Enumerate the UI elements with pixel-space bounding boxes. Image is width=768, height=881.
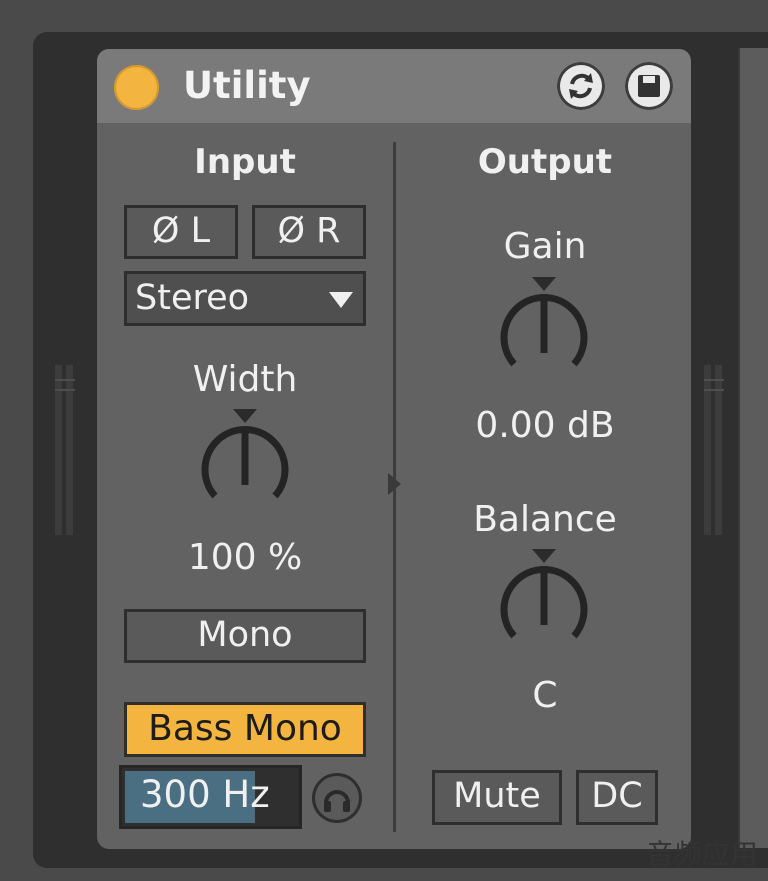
balance-knob[interactable] (484, 547, 604, 667)
save-preset-button[interactable] (625, 62, 673, 110)
watermark: 音频应用 (645, 838, 758, 871)
bass-mono-audition-button[interactable] (312, 773, 362, 823)
dc-filter-button[interactable]: DC (576, 770, 658, 825)
hot-swap-button[interactable] (557, 62, 605, 110)
save-icon (638, 75, 660, 97)
signal-flow-arrow-icon (388, 473, 401, 495)
width-value: 100 % (187, 537, 303, 578)
gain-label: Gain (503, 226, 587, 267)
channel-mode-value: Stereo (135, 278, 250, 318)
headphone-icon (324, 790, 350, 812)
input-heading: Input (194, 142, 296, 182)
utility-device: Utility Input Ø L Ø R Stereo Width 100 %… (97, 49, 691, 849)
right-level-meter (704, 365, 724, 535)
bass-mono-button[interactable]: Bass Mono (124, 702, 366, 757)
balance-label: Balance (473, 499, 617, 540)
gain-value: 0.00 dB (475, 405, 615, 446)
phase-invert-right-button[interactable]: Ø R (252, 205, 366, 259)
next-device-panel (738, 48, 768, 848)
hot-swap-icon (569, 73, 593, 99)
bass-mono-frequency-field[interactable]: 300 Hz (119, 765, 302, 829)
width-knob[interactable] (185, 407, 305, 527)
mono-button[interactable]: Mono (124, 609, 366, 663)
output-heading: Output (477, 142, 613, 182)
device-titlebar: Utility (97, 49, 691, 123)
bass-mono-frequency-value: 300 Hz (140, 773, 270, 816)
chevron-down-icon (329, 292, 353, 308)
power-led-icon[interactable] (114, 65, 159, 110)
channel-mode-select[interactable]: Stereo (124, 271, 366, 326)
left-level-meter (55, 365, 75, 535)
device-title: Utility (183, 64, 311, 107)
width-label: Width (192, 359, 298, 400)
gain-knob[interactable] (484, 275, 604, 395)
phase-invert-left-button[interactable]: Ø L (124, 205, 238, 259)
mute-button[interactable]: Mute (432, 770, 562, 825)
balance-value: C (532, 675, 558, 716)
